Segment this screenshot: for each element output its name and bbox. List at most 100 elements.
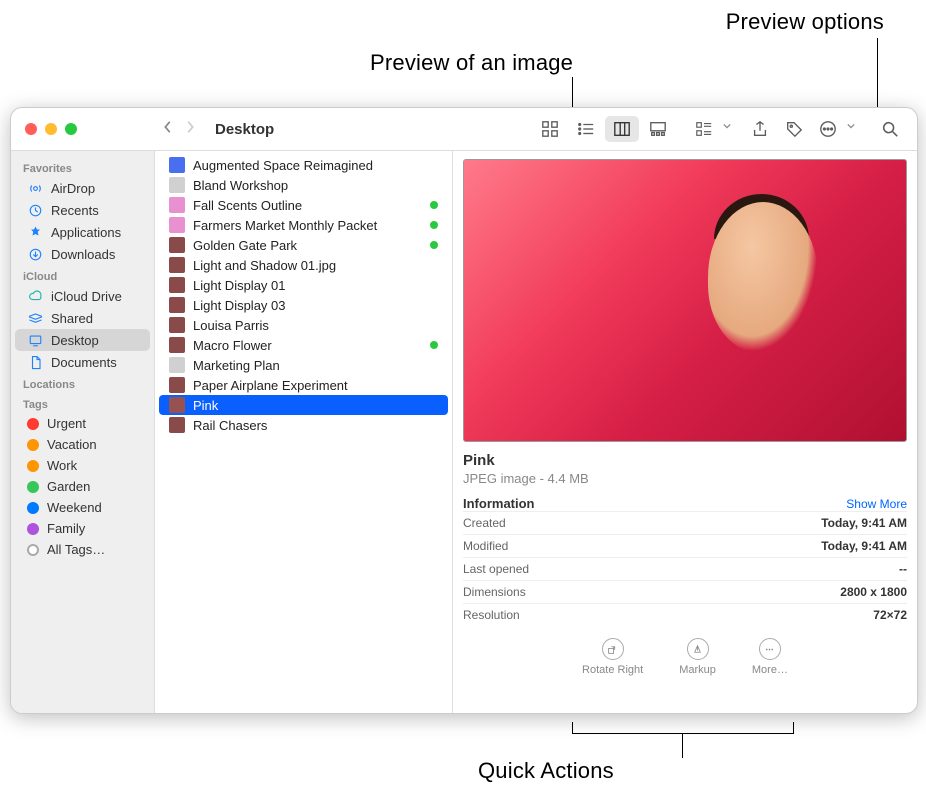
file-icon <box>169 417 185 433</box>
file-item[interactable]: Fall Scents Outline <box>159 195 448 215</box>
chevron-down-icon <box>847 116 855 142</box>
file-name: Light Display 01 <box>193 278 286 293</box>
sidebar-item-label: Applications <box>51 225 121 240</box>
callout-line <box>682 734 683 758</box>
close-button[interactable] <box>25 123 37 135</box>
file-icon <box>169 177 185 193</box>
sidebar-item-icloud-drive[interactable]: iCloud Drive <box>15 285 150 307</box>
sidebar-item-recents[interactable]: Recents <box>15 199 150 221</box>
location-title: Desktop <box>215 121 274 138</box>
zoom-button[interactable] <box>65 123 77 135</box>
sidebar-item-applications[interactable]: Applications <box>15 221 150 243</box>
forward-button[interactable] <box>185 120 195 139</box>
preview-image <box>463 159 907 442</box>
preview-pane: Pink JPEG image - 4.4 MB Information Sho… <box>453 151 917 713</box>
sidebar-item-vacation[interactable]: Vacation <box>15 434 150 455</box>
file-item[interactable]: Marketing Plan <box>159 355 448 375</box>
tag-dot-icon <box>27 439 39 451</box>
file-icon <box>169 277 185 293</box>
sidebar-item-label: AirDrop <box>51 181 95 196</box>
icon-view-button[interactable] <box>533 116 567 142</box>
info-value: 2800 x 1800 <box>840 585 907 599</box>
sidebar-item-label: Vacation <box>47 437 97 452</box>
show-more-link[interactable]: Show More <box>846 497 907 511</box>
file-item[interactable]: Light Display 01 <box>159 275 448 295</box>
finder-window: Desktop FavoritesAirDropRecentsApp <box>10 107 918 714</box>
sidebar-item-garden[interactable]: Garden <box>15 476 150 497</box>
chevron-down-icon <box>723 116 731 142</box>
file-item[interactable]: Augmented Space Reimagined <box>159 155 448 175</box>
file-name: Rail Chasers <box>193 418 267 433</box>
quick-action-rotate[interactable]: Rotate Right <box>582 638 643 676</box>
tag-dot-icon <box>27 502 39 514</box>
sidebar-item-downloads[interactable]: Downloads <box>15 243 150 265</box>
sidebar-item-airdrop[interactable]: AirDrop <box>15 177 150 199</box>
info-label: Created <box>463 516 506 530</box>
sidebar-item-desktop[interactable]: Desktop <box>15 329 150 351</box>
gallery-view-button[interactable] <box>641 116 675 142</box>
file-item[interactable]: Rail Chasers <box>159 415 448 435</box>
rotate-icon <box>602 638 624 660</box>
column-view-button[interactable] <box>605 116 639 142</box>
info-value: Today, 9:41 AM <box>821 516 907 530</box>
info-value: Today, 9:41 AM <box>821 539 907 553</box>
file-name: Marketing Plan <box>193 358 280 373</box>
sidebar-item-work[interactable]: Work <box>15 455 150 476</box>
nav: Desktop <box>155 120 274 139</box>
sidebar: FavoritesAirDropRecentsApplicationsDownl… <box>11 151 155 713</box>
sidebar-item-label: Garden <box>47 479 90 494</box>
sidebar-item-label: Documents <box>51 355 117 370</box>
back-button[interactable] <box>163 120 173 139</box>
traffic-lights <box>11 123 155 135</box>
sidebar-item-label: iCloud Drive <box>51 289 122 304</box>
callout-bracket <box>572 722 794 734</box>
file-item[interactable]: Farmers Market Monthly Packet <box>159 215 448 235</box>
file-icon <box>169 157 185 173</box>
file-name: Macro Flower <box>193 338 272 353</box>
info-row: Dimensions2800 x 1800 <box>463 580 907 603</box>
info-row: Resolution72×72 <box>463 603 907 626</box>
more-button[interactable] <box>811 116 845 142</box>
downloads-icon <box>27 246 43 262</box>
file-list: Augmented Space Reimagined Bland Workshop… <box>155 151 453 713</box>
tag-indicator-icon <box>430 241 438 249</box>
file-item[interactable]: Macro Flower <box>159 335 448 355</box>
all-tags-icon <box>27 544 39 556</box>
file-item[interactable]: Bland Workshop <box>159 175 448 195</box>
sidebar-item-label: Weekend <box>47 500 102 515</box>
sidebar-item-family[interactable]: Family <box>15 518 150 539</box>
file-item[interactable]: Golden Gate Park <box>159 235 448 255</box>
tag-indicator-icon <box>430 201 438 209</box>
info-label: Last opened <box>463 562 529 576</box>
file-item[interactable]: Pink <box>159 395 448 415</box>
sidebar-item-urgent[interactable]: Urgent <box>15 413 150 434</box>
sidebar-item-documents[interactable]: Documents <box>15 351 150 373</box>
group-button[interactable] <box>687 116 721 142</box>
sidebar-item-weekend[interactable]: Weekend <box>15 497 150 518</box>
info-row: Created Today, 9:41 AM <box>463 511 907 534</box>
sidebar-item-label: Desktop <box>51 333 99 348</box>
file-name: Bland Workshop <box>193 178 288 193</box>
search-button[interactable] <box>873 116 907 142</box>
file-name: Paper Airplane Experiment <box>193 378 348 393</box>
sidebar-item-all-tags-[interactable]: All Tags… <box>15 539 150 560</box>
file-name: Augmented Space Reimagined <box>193 158 373 173</box>
tag-dot-icon <box>27 460 39 472</box>
info-label: Resolution <box>463 608 520 622</box>
list-view-button[interactable] <box>569 116 603 142</box>
file-item[interactable]: Light and Shadow 01.jpg <box>159 255 448 275</box>
tags-button[interactable] <box>777 116 811 142</box>
file-item[interactable]: Paper Airplane Experiment <box>159 375 448 395</box>
quick-action-label: Markup <box>679 664 716 676</box>
file-icon <box>169 397 185 413</box>
file-item[interactable]: Louisa Parris <box>159 315 448 335</box>
sidebar-item-label: All Tags… <box>47 542 105 557</box>
share-button[interactable] <box>743 116 777 142</box>
sidebar-item-shared[interactable]: Shared <box>15 307 150 329</box>
tag-indicator-icon <box>430 341 438 349</box>
minimize-button[interactable] <box>45 123 57 135</box>
quick-action-more[interactable]: More… <box>752 638 788 676</box>
quick-action-label: More… <box>752 664 788 676</box>
file-item[interactable]: Light Display 03 <box>159 295 448 315</box>
quick-action-markup[interactable]: Markup <box>679 638 716 676</box>
